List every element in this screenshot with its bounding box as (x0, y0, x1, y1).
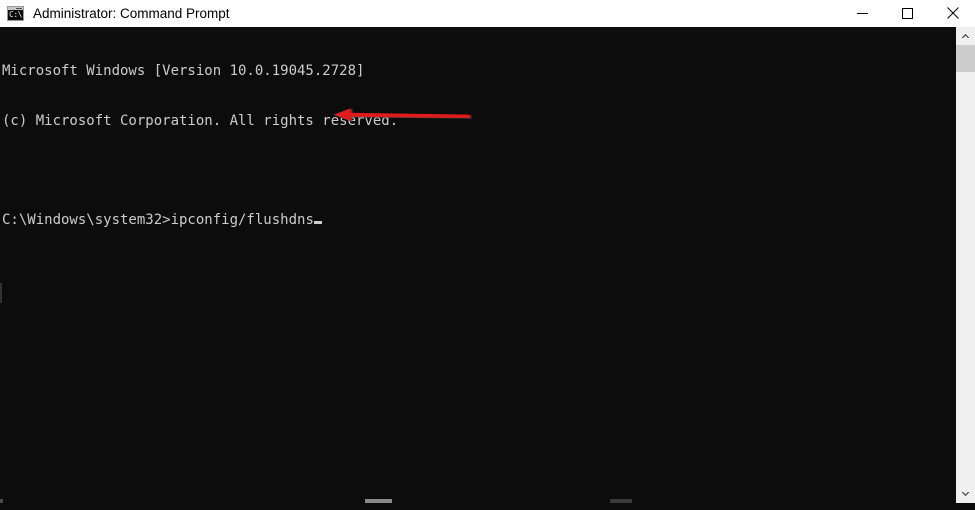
typed-command: ipconfig/flushdns (170, 211, 314, 228)
prompt-path: C:\Windows\system32> (2, 211, 171, 228)
horizontal-scroll-thumb[interactable] (365, 499, 392, 503)
maximize-button[interactable] (885, 0, 930, 27)
hscroll-right-mark (610, 499, 632, 503)
minimize-button[interactable] (840, 0, 885, 27)
window-controls (840, 0, 975, 27)
terminal-line-copyright: (c) Microsoft Corporation. All rights re… (2, 112, 399, 129)
close-button[interactable] (930, 0, 975, 27)
terminal-line-version: Microsoft Windows [Version 10.0.19045.27… (2, 63, 365, 79)
scroll-down-arrow[interactable] (956, 485, 975, 503)
vertical-scroll-thumb[interactable] (956, 45, 975, 72)
command-prompt-icon: C:\. (7, 5, 27, 21)
terminal-prompt-line: C:\Windows\system32>ipconfig/flushdns (2, 212, 398, 229)
horizontal-scrollbar[interactable] (0, 496, 956, 503)
scroll-up-arrow[interactable] (956, 27, 975, 45)
text-cursor (313, 220, 322, 224)
window-title: Administrator: Command Prompt (33, 5, 230, 21)
command-prompt-window: C:\. Administrator: Command Prompt Micro… (0, 0, 975, 510)
hscroll-left-mark (0, 499, 3, 503)
titlebar-identity: C:\. Administrator: Command Prompt (0, 0, 230, 27)
terminal-text: Microsoft Windows [Version 10.0.19045.27… (2, 30, 398, 261)
titlebar[interactable]: C:\. Administrator: Command Prompt (0, 0, 975, 27)
vertical-scrollbar[interactable] (956, 27, 975, 503)
titlebar-drag-area[interactable] (230, 0, 840, 27)
background-window-sliver (0, 283, 2, 303)
icon-prompt-glyph: C:\. (9, 9, 27, 19)
scrollbar-corner (956, 503, 975, 510)
terminal-output-area[interactable]: Microsoft Windows [Version 10.0.19045.27… (0, 27, 956, 503)
